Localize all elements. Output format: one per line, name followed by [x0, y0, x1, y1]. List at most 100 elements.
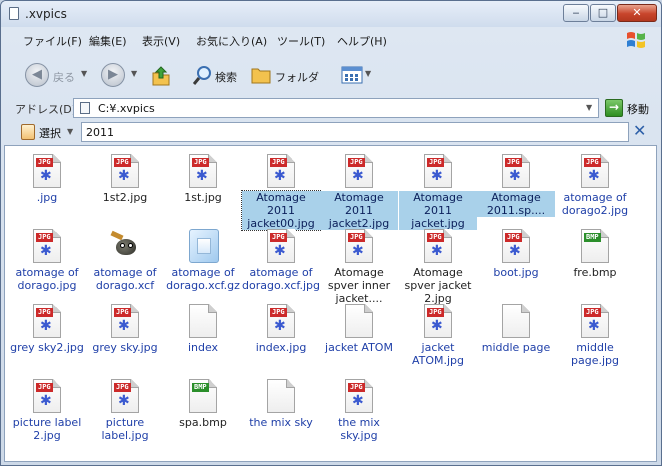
- file-item[interactable]: JPG ✱ the mix sky.jpg: [319, 375, 399, 449]
- folders-button[interactable]: フォルダ: [275, 69, 319, 85]
- file-type-badge: BMP: [584, 233, 601, 242]
- jpg-file-icon: JPG ✱: [111, 154, 139, 188]
- up-folder-icon[interactable]: [151, 65, 171, 87]
- file-item[interactable]: JPG ✱ middle page.jpg: [555, 300, 635, 374]
- windows-logo-icon: [627, 32, 645, 48]
- file-item[interactable]: JPG ✱ atomage of dorago2.jpg: [555, 150, 635, 224]
- file-name: index.jpg: [255, 341, 307, 354]
- file-item[interactable]: the mix sky: [241, 375, 321, 449]
- jpg-file-icon: JPG ✱: [502, 229, 530, 263]
- select-button[interactable]: 選択: [39, 125, 61, 141]
- file-type-badge: JPG: [192, 158, 209, 167]
- search-button[interactable]: 検索: [215, 69, 237, 85]
- file-name: Atomage 2011.sp....: [477, 191, 555, 217]
- explorer-window: .xvpics ‒ □ ✕ ファイル(F) 編集(E) 表示(V) お気に入り(…: [0, 0, 662, 466]
- file-item[interactable]: JPG ✱ index.jpg: [241, 300, 321, 374]
- menu-file[interactable]: ファイル(F): [23, 33, 82, 49]
- file-item[interactable]: index: [163, 300, 243, 374]
- file-type-badge: JPG: [427, 308, 444, 317]
- file-item[interactable]: atomage of dorago.xcf: [85, 225, 165, 299]
- file-name: atomage of dorago2.jpg: [561, 191, 629, 217]
- jpg-file-icon: JPG ✱: [111, 304, 139, 338]
- back-history-dropdown[interactable]: ▼: [81, 69, 87, 78]
- file-type-badge: JPG: [348, 233, 365, 242]
- file-item[interactable]: JPG ✱ Atomage 2011 jacket2.jpg: [319, 150, 399, 230]
- close-button[interactable]: ✕: [617, 4, 657, 22]
- menu-view[interactable]: 表示(V): [142, 33, 180, 49]
- back-label[interactable]: 戻る: [53, 69, 75, 85]
- file-item[interactable]: BMP fre.bmp: [555, 225, 635, 299]
- jpg-file-icon: JPG ✱: [267, 154, 295, 188]
- file-item[interactable]: middle page: [476, 300, 556, 374]
- file-item[interactable]: JPG ✱ atomage of dorago.xcf.jpg: [241, 225, 321, 299]
- file-item[interactable]: jacket ATOM: [319, 300, 399, 374]
- file-item[interactable]: JPG ✱ grey sky2.jpg: [7, 300, 87, 374]
- window-title: .xvpics: [25, 7, 67, 21]
- maximize-button[interactable]: □: [590, 4, 616, 22]
- file-item[interactable]: JPG ✱ Atomage spver jacket 2.jpg: [398, 225, 478, 305]
- jpg-file-icon: JPG ✱: [424, 229, 452, 263]
- file-type-badge: JPG: [36, 383, 53, 392]
- menu-favorites[interactable]: お気に入り(A): [196, 33, 267, 49]
- file-item[interactable]: JPG ✱ Atomage 2011.sp....: [476, 150, 556, 224]
- select-icon[interactable]: [21, 124, 35, 140]
- blank-file-icon: [502, 304, 530, 338]
- jpg-file-icon: JPG ✱: [33, 379, 61, 413]
- jpg-file-icon: JPG ✱: [189, 154, 217, 188]
- file-item[interactable]: JPG ✱ grey sky.jpg: [85, 300, 165, 374]
- file-name: .jpg: [36, 191, 58, 204]
- address-path: C:¥.xvpics: [98, 102, 155, 115]
- forward-arrow-icon[interactable]: ▶: [101, 63, 125, 87]
- go-button[interactable]: 移動: [627, 101, 649, 117]
- file-name: middle page.jpg: [571, 341, 619, 367]
- views-dropdown[interactable]: ▼: [365, 69, 371, 78]
- address-label: アドレス(D): [15, 103, 77, 116]
- file-item[interactable]: JPG ✱ atomage of dorago.jpg: [7, 225, 87, 299]
- views-icon[interactable]: [341, 66, 363, 84]
- file-type-badge: JPG: [505, 233, 522, 242]
- folder-icon: [9, 7, 19, 20]
- file-type-badge: JPG: [114, 383, 131, 392]
- folder-icon: [80, 102, 90, 114]
- file-type-badge: JPG: [584, 158, 601, 167]
- minimize-button[interactable]: ‒: [563, 4, 589, 22]
- select-dropdown[interactable]: ▼: [67, 127, 73, 136]
- menu-bar: ファイル(F) 編集(E) 表示(V) お気に入り(A) ツール(T) ヘルプ(…: [7, 29, 657, 51]
- jpg-file-icon: JPG ✱: [345, 379, 373, 413]
- file-item[interactable]: JPG ✱ Atomage 2011 jacket00.jpg: [241, 150, 321, 231]
- back-arrow-icon[interactable]: ◀: [25, 63, 49, 87]
- close-icon[interactable]: ✕: [633, 121, 646, 140]
- file-item[interactable]: JPG ✱ 1st.jpg: [163, 150, 243, 224]
- forward-history-dropdown[interactable]: ▼: [131, 69, 137, 78]
- file-item[interactable]: atomage of dorago.xcf.gz: [163, 225, 243, 299]
- file-item[interactable]: JPG ✱ Atomage spver inner jacket....: [319, 225, 399, 305]
- file-name: boot.jpg: [493, 266, 539, 279]
- file-item[interactable]: BMP spa.bmp: [163, 375, 243, 449]
- file-item[interactable]: JPG ✱ picture label 2.jpg: [7, 375, 87, 449]
- file-name: spa.bmp: [179, 416, 227, 429]
- menu-tools[interactable]: ツール(T): [277, 33, 325, 49]
- menu-help[interactable]: ヘルプ(H): [337, 33, 387, 49]
- file-item[interactable]: JPG ✱ boot.jpg: [476, 225, 556, 299]
- file-item[interactable]: JPG ✱ Atomage 2011 jacket.jpg: [398, 150, 478, 230]
- file-item[interactable]: JPG ✱ jacket ATOM.jpg: [398, 300, 478, 374]
- file-type-badge: JPG: [114, 158, 131, 167]
- go-arrow-icon[interactable]: →: [605, 99, 623, 117]
- file-name: picture label 2.jpg: [12, 416, 82, 442]
- address-dropdown[interactable]: ▼: [586, 103, 592, 112]
- file-type-badge: JPG: [270, 308, 287, 317]
- folders-icon[interactable]: [251, 66, 271, 84]
- title-bar[interactable]: .xvpics ‒ □ ✕: [1, 1, 661, 27]
- jpg-file-icon: JPG ✱: [345, 229, 373, 263]
- menu-edit[interactable]: 編集(E): [89, 33, 127, 49]
- blank-file-icon: [345, 304, 373, 338]
- file-name: picture label.jpg: [101, 416, 149, 442]
- file-item[interactable]: JPG ✱ picture label.jpg: [85, 375, 165, 449]
- file-item[interactable]: JPG ✱ .jpg: [7, 150, 87, 224]
- search-icon[interactable]: [193, 65, 213, 85]
- jpg-file-icon: JPG ✱: [345, 154, 373, 188]
- file-list[interactable]: JPG ✱ .jpg JPG ✱ 1st2.jpg JPG ✱ 1st.jpg JPG ✱ Atoma…: [4, 145, 657, 462]
- filter-input[interactable]: 2011: [81, 122, 629, 142]
- file-item[interactable]: JPG ✱ 1st2.jpg: [85, 150, 165, 224]
- address-input[interactable]: C:¥.xvpics ▼: [73, 98, 599, 118]
